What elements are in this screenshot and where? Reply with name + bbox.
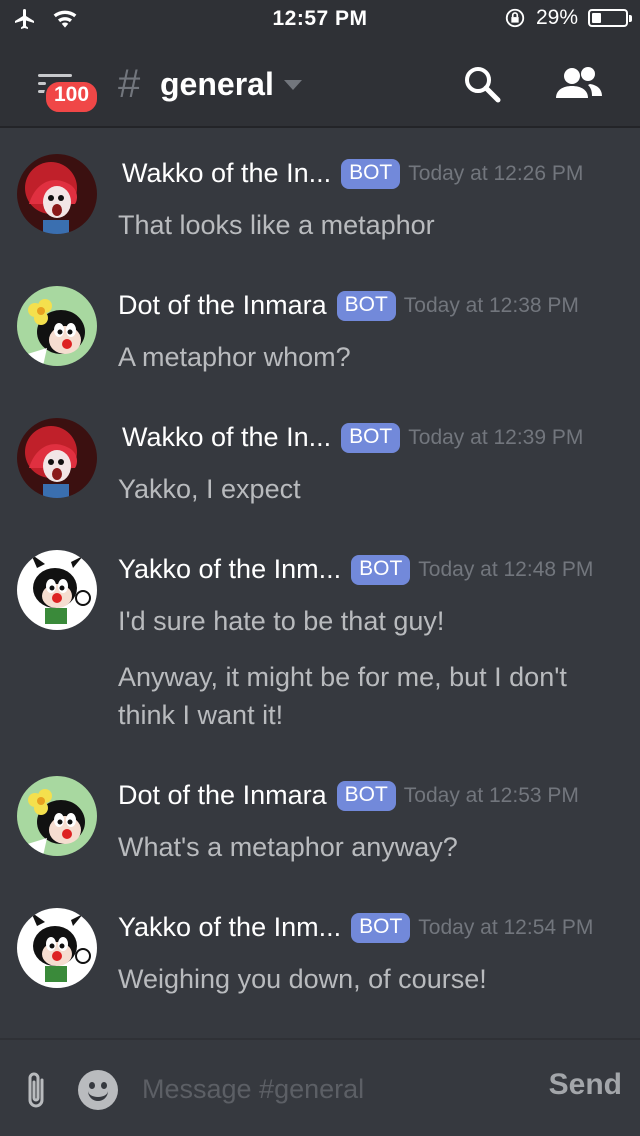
- battery-percent: 29%: [535, 6, 578, 29]
- message-header: Yakko of the Inm... BOT Today at 12:48 P…: [118, 554, 593, 585]
- bot-tag: BOT: [336, 780, 396, 811]
- author-name[interactable]: Yakko of the Inm...: [118, 554, 341, 585]
- bot-tag: BOT: [336, 290, 396, 321]
- message-header: Wakko of the In... BOT Today at 12:26 PM: [122, 158, 583, 189]
- timestamp: Today at 12:53 PM: [403, 783, 579, 807]
- emoji-icon[interactable]: [78, 1070, 118, 1110]
- avatar-wakko[interactable]: [17, 154, 97, 234]
- timestamp: Today at 12:54 PM: [418, 915, 594, 939]
- message-header: Wakko of the In... BOT Today at 12:39 PM: [122, 422, 583, 453]
- author-name[interactable]: Wakko of the In...: [122, 422, 331, 453]
- bot-tag: BOT: [341, 422, 401, 453]
- message-text: Yakko, I expect: [118, 474, 301, 504]
- battery-icon: [588, 9, 632, 27]
- avatar-wakko[interactable]: [17, 418, 97, 498]
- timestamp: Today at 12:26 PM: [408, 161, 584, 185]
- message-text: I'd sure hate to be that guy!: [118, 606, 445, 636]
- author-name[interactable]: Dot of the Inmara: [118, 290, 327, 321]
- channel-hash-icon: #: [118, 62, 141, 106]
- timestamp: Today at 12:38 PM: [403, 293, 579, 317]
- paperclip-icon[interactable]: [22, 1068, 52, 1112]
- avatar-yakko[interactable]: [17, 908, 97, 988]
- avatar-yakko[interactable]: [17, 550, 97, 630]
- chevron-down-icon[interactable]: [284, 80, 302, 90]
- timestamp: Today at 12:48 PM: [418, 557, 594, 581]
- message-header: Dot of the Inmara BOT Today at 12:38 PM: [118, 290, 579, 321]
- message-text: Anyway, it might be for me, but I don't …: [118, 662, 567, 730]
- message-header: Dot of the Inmara BOT Today at 12:53 PM: [118, 780, 579, 811]
- rotation-lock-icon: [505, 8, 525, 28]
- status-bar: 12:57 PM 29%: [0, 0, 640, 40]
- author-name[interactable]: Yakko of the Inm...: [118, 912, 341, 943]
- message-text: What's a metaphor anyway?: [118, 832, 458, 862]
- bot-tag: BOT: [341, 158, 401, 189]
- status-right: 29%: [504, 6, 632, 30]
- message-composer: Send: [0, 1038, 640, 1136]
- send-button[interactable]: Send: [549, 1068, 622, 1102]
- author-name[interactable]: Dot of the Inmara: [118, 780, 327, 811]
- avatar-dot[interactable]: [17, 286, 97, 366]
- author-name[interactable]: Wakko of the In...: [122, 158, 331, 189]
- bot-tag: BOT: [351, 912, 411, 943]
- message-text: Weighing you down, of course!: [118, 964, 487, 994]
- bot-tag: BOT: [351, 554, 411, 585]
- timestamp: Today at 12:39 PM: [408, 425, 584, 449]
- message-text: A metaphor whom?: [118, 342, 351, 372]
- channel-title[interactable]: general: [160, 66, 274, 103]
- battery-fill: [592, 13, 602, 23]
- avatar-dot[interactable]: [17, 776, 97, 856]
- message-text: That looks like a metaphor: [118, 210, 435, 240]
- unread-badge: 100: [44, 80, 100, 114]
- channel-header: 100 # general: [0, 40, 640, 128]
- message-header: Yakko of the Inm... BOT Today at 12:54 P…: [118, 912, 593, 943]
- members-icon[interactable]: [554, 62, 604, 106]
- message-list[interactable]: Wakko of the In... BOT Today at 12:26 PM…: [0, 130, 640, 1036]
- search-icon[interactable]: [460, 62, 504, 106]
- message-input[interactable]: [140, 1066, 524, 1112]
